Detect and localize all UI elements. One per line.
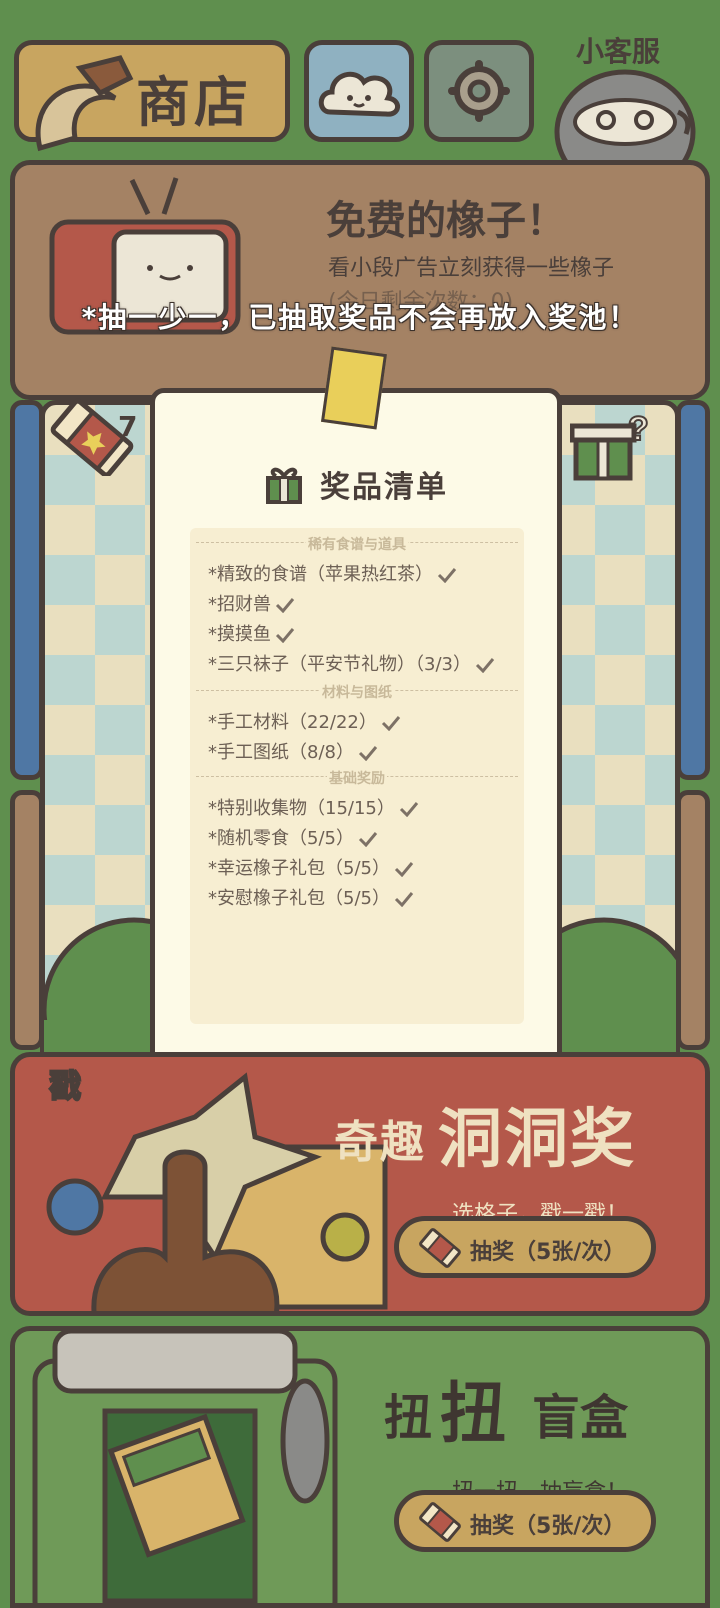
check-icon bbox=[399, 802, 419, 817]
check-icon bbox=[475, 658, 495, 673]
check-icon bbox=[275, 598, 295, 613]
check-icon bbox=[394, 892, 414, 907]
lottery-draw-label: 抽奖（5张/次） bbox=[470, 1240, 626, 1265]
prize-list: 稀有食谱与道具 *精致的食谱（苹果热红茶） *招财兽 *摸摸鱼 *三只袜子（平安… bbox=[190, 528, 524, 1024]
check-icon bbox=[358, 746, 378, 761]
list-item: *手工材料（22/22） bbox=[208, 708, 401, 734]
list-item: *摸摸鱼 bbox=[208, 620, 295, 646]
customer-service-avatar[interactable] bbox=[550, 62, 700, 162]
list-item: *随机零食（5/5） bbox=[208, 824, 378, 850]
check-icon bbox=[358, 832, 378, 847]
left-panel-strip bbox=[10, 400, 44, 780]
gear-icon bbox=[448, 60, 510, 122]
check-icon bbox=[381, 716, 401, 731]
list-item: *三只袜子（平安节礼物）（3/3） bbox=[208, 650, 495, 676]
list-item: *特别收集物（15/15） bbox=[208, 794, 419, 820]
left-panel-strip-lower bbox=[10, 790, 44, 1050]
acorn-back-icon[interactable] bbox=[20, 48, 140, 168]
blind-box-card[interactable] bbox=[10, 1326, 710, 1608]
list-item: *手工图纸（8/8） bbox=[208, 738, 378, 764]
gift-icon bbox=[266, 467, 302, 504]
blindbox-title-part3: 盲盒 bbox=[532, 1390, 629, 1446]
section-header: 材料与图纸 bbox=[190, 682, 524, 701]
blindbox-draw-label: 抽奖（5张/次） bbox=[470, 1514, 626, 1539]
prize-list-title: 奖品清单 bbox=[320, 470, 448, 505]
check-icon bbox=[275, 628, 295, 643]
tape-decoration bbox=[320, 346, 388, 430]
lottery-title-prefix: 奇趣 bbox=[334, 1117, 426, 1168]
list-item: *精致的食谱（苹果热红茶） bbox=[208, 560, 457, 586]
right-panel-strip bbox=[676, 400, 710, 780]
right-panel-strip-lower bbox=[676, 790, 710, 1050]
shop-label: 商店 bbox=[136, 71, 252, 134]
section-header: 基础奖励 bbox=[190, 768, 524, 787]
gacha-machine-illustration bbox=[32, 1331, 338, 1603]
ad-title: 免费的橡子！ bbox=[326, 198, 566, 244]
list-item: *安慰橡子礼包（5/5） bbox=[208, 884, 414, 910]
blindbox-title-part2: 扭 bbox=[440, 1375, 506, 1452]
list-item: *幸运橡子礼包（5/5） bbox=[208, 854, 414, 880]
cloud-icon bbox=[318, 71, 400, 117]
lottery-title: 洞洞奖 bbox=[438, 1103, 636, 1177]
ticket-icon bbox=[419, 1228, 461, 1268]
blindbox-title-part1: 扭 bbox=[384, 1390, 433, 1446]
check-icon bbox=[437, 568, 457, 583]
ad-subtitle: 看小段广告立刻获得一些橡子 bbox=[328, 256, 615, 281]
list-item: *招财兽 bbox=[208, 590, 295, 616]
poke-text: 戳 bbox=[49, 1068, 81, 1104]
check-icon bbox=[394, 862, 414, 877]
svg-text:?: ? bbox=[628, 410, 649, 448]
ticket-icon bbox=[419, 1502, 461, 1542]
pool-notice: *抽一少一，已抽取奖品不会再放入奖池！ bbox=[81, 301, 639, 334]
mystery-gift-icon[interactable]: ? bbox=[570, 404, 650, 484]
ticket-count: 7 bbox=[118, 410, 138, 443]
section-header: 稀有食谱与道具 bbox=[190, 534, 524, 553]
